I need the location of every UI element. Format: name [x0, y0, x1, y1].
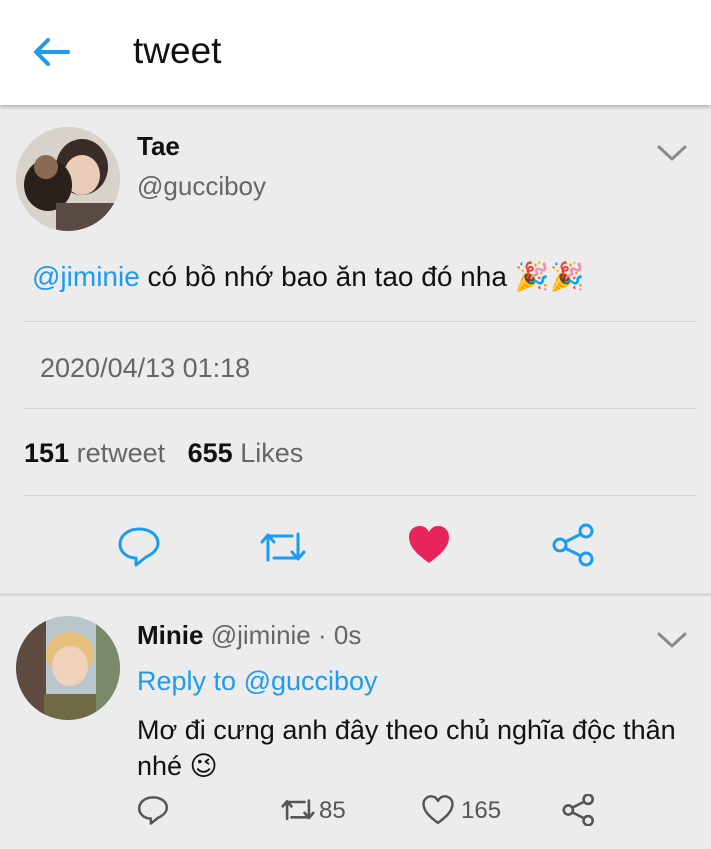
separator-dot: · [310, 620, 334, 650]
tweet-text: @jiminie có bồ nhớ bao ăn tao đó nha 🎉🎉 [32, 260, 584, 293]
chevron-down-icon [657, 145, 687, 161]
reply-to-handle[interactable]: @gucciboy [244, 666, 378, 696]
reply-like-count: 165 [461, 797, 502, 824]
divider [24, 495, 696, 496]
avatar-photo [16, 127, 120, 231]
reply-time: 0s [333, 620, 362, 650]
retweet-label[interactable]: retweet [77, 438, 166, 468]
arrow-left-icon [34, 38, 70, 66]
author-name[interactable]: Tae [137, 131, 180, 162]
chevron-down-icon [657, 632, 687, 648]
heart-outline-icon [422, 795, 454, 825]
back-button[interactable] [28, 28, 76, 76]
share-icon [552, 523, 594, 567]
reply-icon [137, 796, 169, 825]
reply-to-line: Reply to @gucciboy [137, 666, 378, 697]
reply-header: Minie @jiminie · 0s [137, 620, 361, 651]
like-label[interactable]: Likes [240, 438, 303, 468]
heart-icon [409, 526, 449, 563]
main-tweet: Tae @gucciboy @jiminie có bồ nhớ bao ăn … [0, 105, 711, 593]
reply-icon [118, 527, 160, 567]
avatar[interactable] [16, 616, 120, 720]
mention-link[interactable]: @jiminie [32, 261, 140, 292]
avatar[interactable] [16, 127, 120, 231]
retweet-icon [260, 532, 306, 562]
top-bar: tweet [0, 0, 711, 105]
timestamp: 2020/04/13 01:18 [40, 353, 251, 383]
share-button[interactable] [552, 523, 596, 572]
like-button[interactable] [407, 523, 451, 572]
tweet-body: có bồ nhớ bao ăn tao đó nha 🎉🎉 [139, 261, 585, 292]
retweet-button[interactable] [279, 794, 317, 831]
more-options-button[interactable] [656, 143, 688, 163]
retweet-count[interactable]: 151 [24, 438, 69, 468]
reply-text: Mơ đi cưng anh đây theo chủ nghĩa độc th… [137, 715, 676, 781]
more-options-button[interactable] [656, 630, 688, 650]
reply-to-label: Reply to [137, 666, 244, 696]
retweet-icon [281, 799, 315, 821]
divider [24, 408, 696, 409]
reply-author-name[interactable]: Minie [137, 620, 203, 650]
share-icon [562, 793, 595, 827]
like-count[interactable]: 655 [188, 438, 233, 468]
reply-tweet[interactable]: Minie @jiminie · 0s Reply to @gucciboy M… [0, 596, 711, 849]
reply-author-handle[interactable]: @jiminie [211, 620, 311, 650]
author-handle[interactable]: @gucciboy [137, 171, 266, 202]
reply-button[interactable] [116, 523, 162, 574]
page-title: tweet [133, 30, 222, 71]
retweet-button[interactable] [258, 524, 308, 575]
reply-retweet-count: 85 [319, 797, 346, 824]
divider [24, 321, 696, 322]
engagement-stats: 151 retweet 655 Likes [24, 438, 303, 469]
reply-button[interactable] [136, 793, 170, 830]
like-button[interactable] [421, 794, 455, 831]
avatar-photo [16, 616, 120, 720]
share-button[interactable] [562, 793, 596, 831]
